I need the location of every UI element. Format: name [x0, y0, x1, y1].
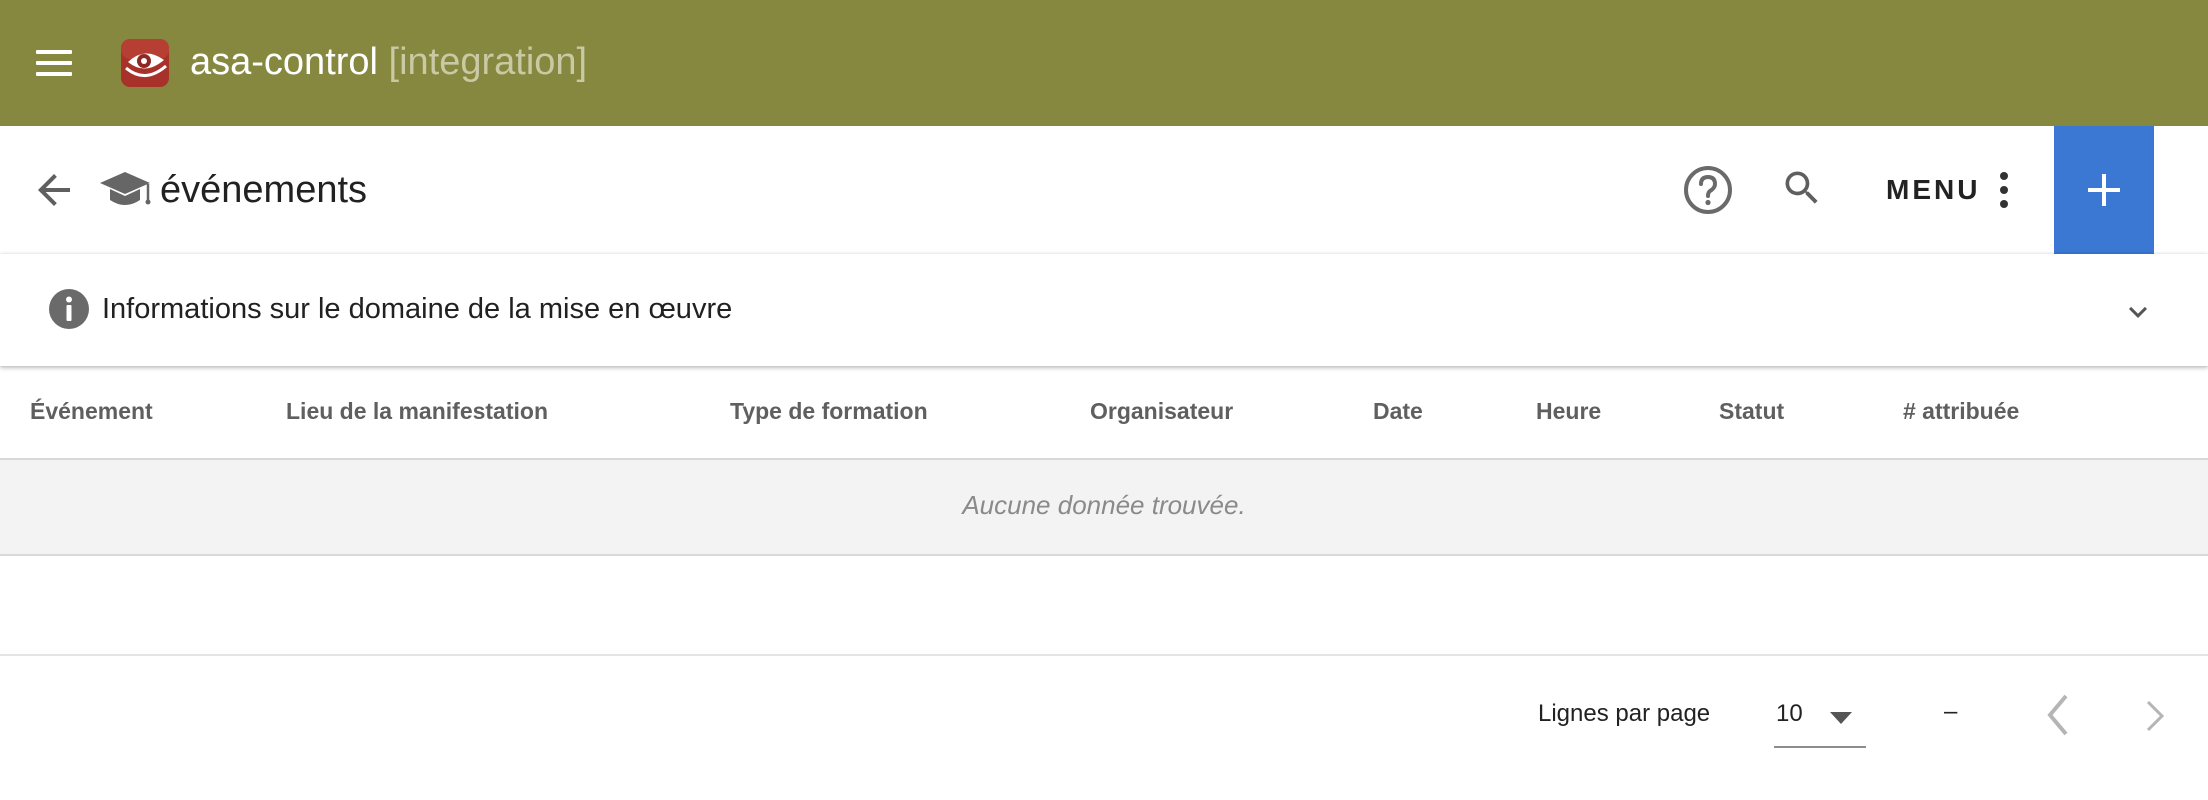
table-footer-divider — [0, 654, 2208, 656]
table-header: Événement Lieu de la manifestation Type … — [0, 366, 2208, 460]
hamburger-menu-icon[interactable] — [34, 48, 74, 78]
implementation-info-panel[interactable]: Informations sur le domaine de la mise e… — [0, 254, 2208, 366]
page-header: événements MENU — [0, 126, 2208, 254]
menu-button[interactable]: MENU — [1886, 164, 2014, 216]
empty-message: Aucune donnée trouvée. — [962, 490, 1246, 520]
add-button[interactable] — [2054, 126, 2154, 254]
column-header-training-type[interactable]: Type de formation — [730, 398, 928, 425]
plus-icon — [2088, 174, 2120, 206]
rows-per-page-select[interactable]: 10 — [1774, 692, 1866, 748]
column-header-event[interactable]: Événement — [30, 398, 153, 425]
chevron-right-icon[interactable] — [2140, 696, 2170, 736]
app-title: asa-control [integration] — [190, 36, 587, 88]
vertical-dots-icon — [2000, 172, 2009, 208]
arrow-left-icon[interactable] — [30, 166, 78, 214]
graduation-cap-icon — [100, 172, 151, 205]
page-title: événements — [160, 169, 368, 211]
search-icon[interactable] — [1780, 166, 1824, 210]
chevron-left-icon[interactable] — [2040, 690, 2076, 740]
app-bar: asa-control [integration] — [0, 0, 2208, 126]
help-circle-icon[interactable] — [1682, 164, 1734, 216]
chevron-down-icon[interactable] — [2120, 294, 2156, 330]
column-header-location[interactable]: Lieu de la manifestation — [286, 398, 548, 425]
rows-per-page-value: 10 — [1776, 700, 1803, 727]
rows-per-page-label: Lignes par page — [1538, 700, 1711, 727]
column-header-assigned[interactable]: # attribuée — [1903, 398, 2019, 425]
info-icon — [49, 289, 89, 329]
menu-label: MENU — [1886, 174, 1981, 205]
page-range: – — [1944, 698, 1958, 725]
column-header-status[interactable]: Statut — [1719, 398, 1784, 425]
table-empty-row: Aucune donnée trouvée. — [0, 460, 2208, 556]
column-header-organizer[interactable]: Organisateur — [1090, 398, 1233, 425]
info-panel-label: Informations sur le domaine de la mise e… — [102, 293, 733, 325]
eye-logo-icon[interactable] — [120, 38, 170, 88]
column-header-time[interactable]: Heure — [1536, 398, 1601, 425]
app-environment: [integration] — [388, 41, 588, 83]
app-name: asa-control — [190, 41, 378, 83]
column-header-date[interactable]: Date — [1373, 398, 1423, 425]
caret-down-icon — [1830, 712, 1852, 724]
